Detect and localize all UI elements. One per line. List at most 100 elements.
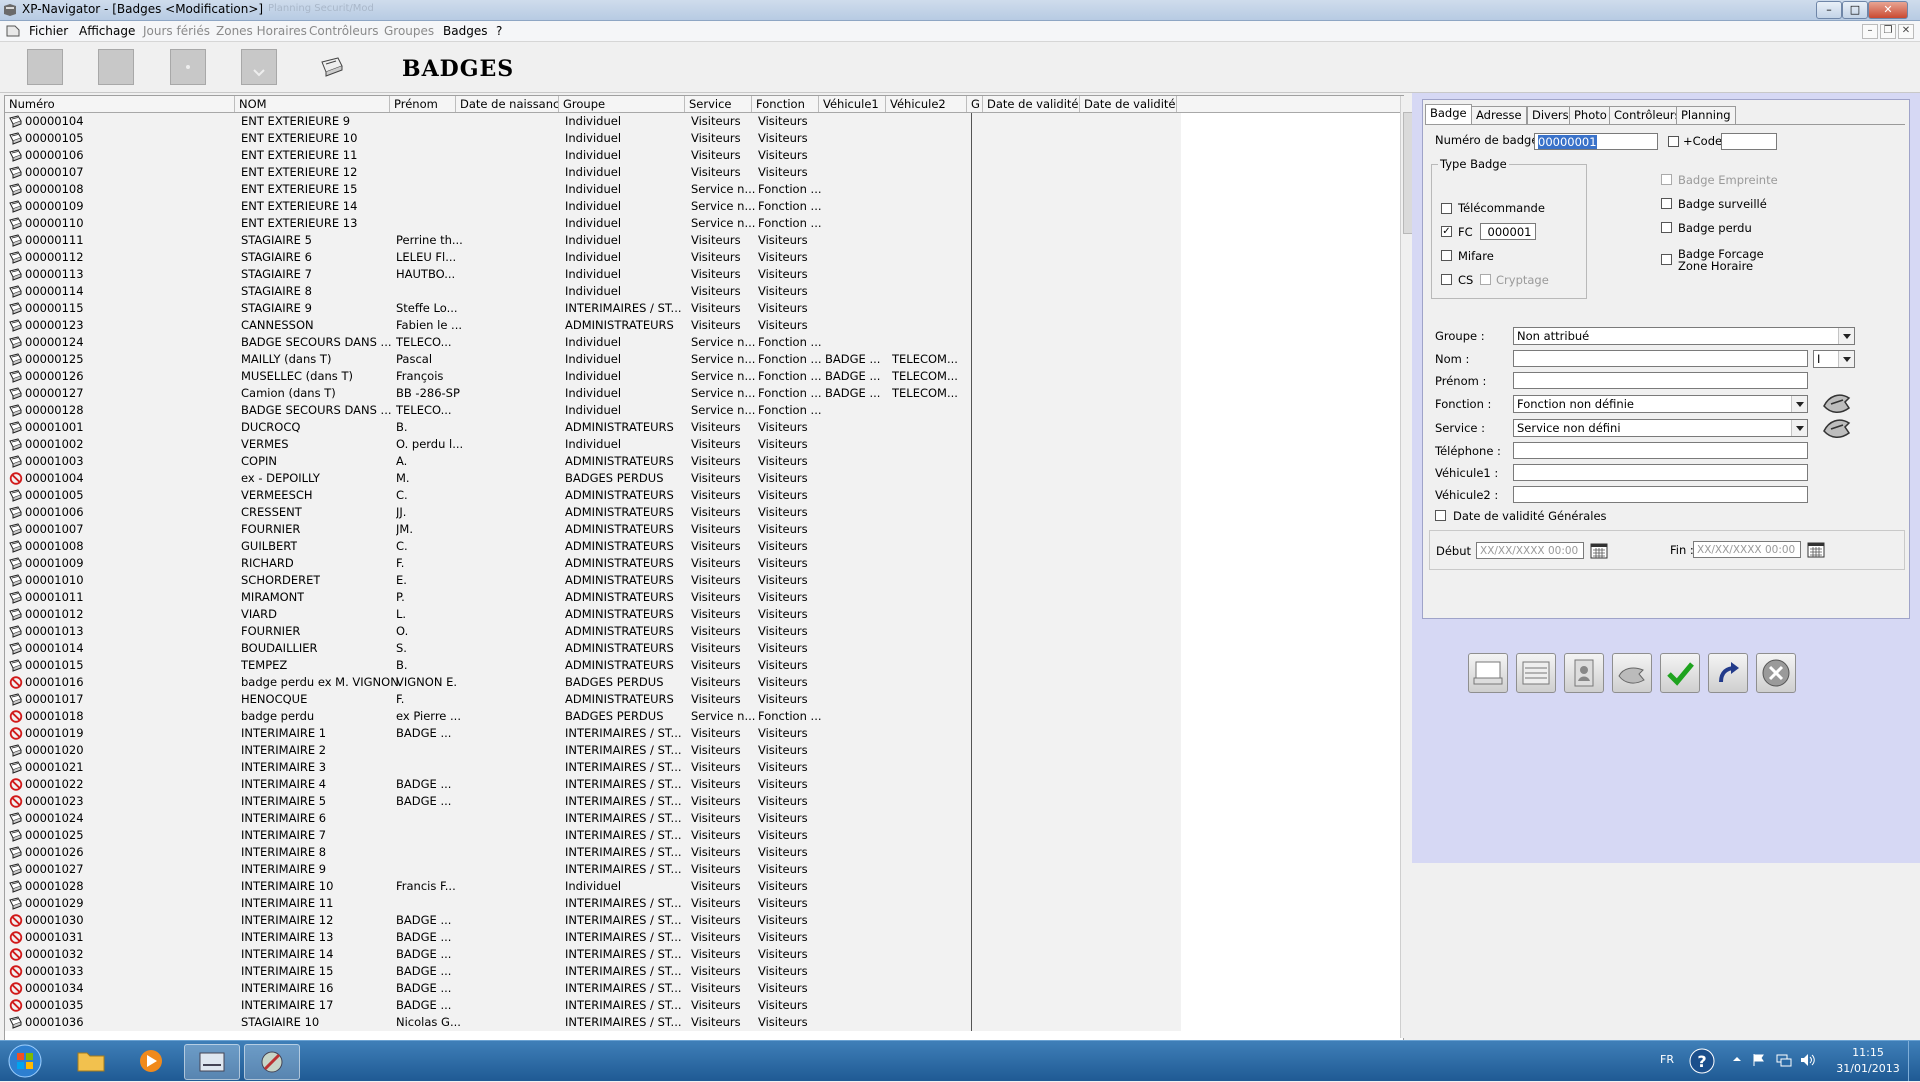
table-row[interactable]: 00001022 INTERIMAIRE 4 BADGE ... INTERIMAIR… <box>5 776 1181 793</box>
new-badge-button[interactable] <box>1468 653 1508 693</box>
cs-checkbox[interactable] <box>1441 274 1452 285</box>
table-row[interactable]: 00001021 INTERIMAIRE 3 INTERIMAIRES / ST..… <box>5 759 1181 776</box>
vehicule1-input[interactable] <box>1513 464 1808 481</box>
edit-service-hand-icon[interactable] <box>1821 413 1853 443</box>
table-row[interactable]: 00000105 ENT EXTERIEURE 10 Individuel Visit… <box>5 130 1181 147</box>
validate-button[interactable] <box>1660 653 1700 693</box>
table-row[interactable]: 00000125 MAILLY (dans T) Pascal Individuel S… <box>5 351 1181 368</box>
table-row[interactable]: 00001006 CRESSENT JJ. ADMINISTRATEURS Visite… <box>5 504 1181 521</box>
cryptage-checkbox[interactable] <box>1480 274 1491 285</box>
table-row[interactable]: 00001020 INTERIMAIRE 2 INTERIMAIRES / ST..… <box>5 742 1181 759</box>
network-icon[interactable] <box>1776 1053 1792 1067</box>
mdi-close-button[interactable]: ✕ <box>1898 24 1914 39</box>
table-row[interactable]: 00001015 TEMPEZ B. ADMINISTRATEURS Visiteurs… <box>5 657 1181 674</box>
telephone-input[interactable] <box>1513 442 1808 459</box>
tab-adresse[interactable]: Adresse <box>1471 106 1527 124</box>
menu-controleurs[interactable]: Contrôleurs <box>309 24 379 38</box>
menu-fichier[interactable]: Fichier <box>29 24 68 38</box>
service-select[interactable]: Service non défini <box>1513 419 1808 437</box>
column-header-prenom[interactable]: Prénom <box>390 96 456 112</box>
chevron-down-icon[interactable] <box>1791 396 1807 412</box>
column-header-vehicule1[interactable]: Véhicule1 <box>819 96 886 112</box>
badge-empreinte-checkbox[interactable] <box>1661 174 1672 185</box>
document-icon[interactable] <box>6 24 20 38</box>
calendar-icon[interactable] <box>1807 541 1825 558</box>
search-icon[interactable] <box>170 49 206 85</box>
table-row[interactable]: 00000108 ENT EXTERIEURE 15 Individuel Servi… <box>5 181 1181 198</box>
table-row[interactable]: 00000111 STAGIAIRE 5 Perrine th... Individu… <box>5 232 1181 249</box>
plus-code-checkbox[interactable] <box>1668 136 1679 147</box>
column-header-groupe[interactable]: Groupe <box>559 96 685 112</box>
fc-input[interactable]: 000001 <box>1480 223 1536 240</box>
tray-clock-date[interactable]: 31/01/2013 <box>1825 1062 1911 1075</box>
table-row[interactable]: 00001030 INTERIMAIRE 12 BADGE ... INTERIMAI… <box>5 912 1181 929</box>
flag-icon[interactable] <box>1752 1053 1766 1067</box>
table-row[interactable]: 00001013 FOURNIER O. ADMINISTRATEURS Visiteu… <box>5 623 1181 640</box>
table-row[interactable]: 00001034 INTERIMAIRE 16 BADGE ... INTERIMAI… <box>5 980 1181 997</box>
table-row[interactable]: 00001035 INTERIMAIRE 17 BADGE ... INTERIMAI… <box>5 997 1181 1014</box>
show-hidden-icons-icon[interactable] <box>1732 1054 1742 1064</box>
table-row[interactable]: 00001036 STAGIAIRE 10 Nicolas G... INTERIMA… <box>5 1014 1181 1031</box>
column-header-numero[interactable]: Numéro <box>5 96 235 112</box>
table-row[interactable]: 00001025 INTERIMAIRE 7 INTERIMAIRES / ST..… <box>5 827 1181 844</box>
tray-clock-time[interactable]: 11:15 <box>1833 1046 1903 1059</box>
table-row[interactable]: 00001016 badge perdu ex M. VIGNON VIGNON E… <box>5 674 1181 691</box>
tab-divers[interactable]: Divers <box>1527 106 1574 124</box>
table-row[interactable]: 00000128 BADGE SECOURS DANS ... TELECO... I… <box>5 402 1181 419</box>
tab-planning[interactable]: Planning <box>1676 106 1736 124</box>
tab-photo[interactable]: Photo <box>1569 106 1612 124</box>
menu-help[interactable]: ? <box>496 24 502 38</box>
table-row[interactable]: 00001027 INTERIMAIRE 9 INTERIMAIRES / ST..… <box>5 861 1181 878</box>
close-button[interactable]: ✕ <box>1868 1 1908 19</box>
menu-badges[interactable]: Badges <box>443 24 487 38</box>
table-row[interactable]: 00001002 VERMES O. perdu l... Individuel Vis… <box>5 436 1181 453</box>
table-row[interactable]: 00001005 VERMEESCH C. ADMINISTRATEURS Visite… <box>5 487 1181 504</box>
table-row[interactable]: 00000106 ENT EXTERIEURE 11 Individuel Visit… <box>5 147 1181 164</box>
table-row[interactable]: 00001003 COPIN A. ADMINISTRATEURS Visiteurs V… <box>5 453 1181 470</box>
table-row[interactable]: 00000124 BADGE SECOURS DANS ... TELECO... I… <box>5 334 1181 351</box>
fonction-select[interactable]: Fonction non définie <box>1513 395 1808 413</box>
column-header-service[interactable]: Service <box>685 96 752 112</box>
table-row[interactable]: 00001009 RICHARD F. ADMINISTRATEURS Visiteur… <box>5 555 1181 572</box>
help-icon[interactable]: ? <box>1688 1047 1716 1075</box>
mdi-restore-button[interactable]: ❐ <box>1880 24 1896 39</box>
save-icon[interactable] <box>98 49 134 85</box>
new-icon[interactable] <box>27 49 63 85</box>
table-row[interactable]: 00001014 BOUDAILLIER S. ADMINISTRATEURS Visi… <box>5 640 1181 657</box>
mdi-minimize-button[interactable]: – <box>1862 24 1878 39</box>
plus-code-input[interactable] <box>1721 133 1777 150</box>
table-row[interactable]: 00000115 STAGIAIRE 9 Steffe Lo... INTERIMAI… <box>5 300 1181 317</box>
download-icon[interactable] <box>241 49 277 85</box>
table-row[interactable]: 00001010 SCHORDERET E. ADMINISTRATEURS Visit… <box>5 572 1181 589</box>
table-row[interactable]: 00001024 INTERIMAIRE 6 INTERIMAIRES / ST..… <box>5 810 1181 827</box>
column-header-nom[interactable]: NOM <box>235 96 390 112</box>
table-row[interactable]: 00000114 STAGIAIRE 8 Individuel Visiteurs Vi… <box>5 283 1181 300</box>
groupe-select[interactable]: Non attribué <box>1513 327 1855 345</box>
chevron-down-icon[interactable] <box>1838 328 1854 344</box>
maximize-button[interactable]: □ <box>1842 1 1868 19</box>
table-row[interactable]: 00000112 STAGIAIRE 6 LELEU Fl... Individuel… <box>5 249 1181 266</box>
table-row[interactable]: 00000104 ENT EXTERIEURE 9 Individuel Visite… <box>5 113 1181 130</box>
tab-badge[interactable]: Badge <box>1425 104 1472 125</box>
table-row[interactable]: 00001001 DUCROCQ B. ADMINISTRATEURS Visiteur… <box>5 419 1181 436</box>
badges-table[interactable]: Numéro NOM Prénom Date de naissance Grou… <box>4 95 1404 1041</box>
badge-card-button[interactable] <box>1564 653 1604 693</box>
table-row[interactable]: 00001026 INTERIMAIRE 8 INTERIMAIRES / ST..… <box>5 844 1181 861</box>
badge-number-input[interactable]: 00000001 <box>1534 133 1658 150</box>
badge-perdu-checkbox[interactable] <box>1661 222 1672 233</box>
table-row[interactable]: 00001007 FOURNIER JM. ADMINISTRATEURS Visite… <box>5 521 1181 538</box>
undo-button[interactable] <box>1708 653 1748 693</box>
tray-language[interactable]: FR <box>1660 1053 1674 1066</box>
mifare-checkbox[interactable] <box>1441 250 1452 261</box>
menu-jours-feries[interactable]: Jours fériés <box>143 24 210 38</box>
list-button[interactable] <box>1516 653 1556 693</box>
menu-groupes[interactable]: Groupes <box>384 24 434 38</box>
table-row[interactable]: 00001033 INTERIMAIRE 15 BADGE ... INTERIMAI… <box>5 963 1181 980</box>
table-row[interactable]: 00001019 INTERIMAIRE 1 BADGE ... INTERIMAIR… <box>5 725 1181 742</box>
taskbar-media-player-button[interactable] <box>124 1044 178 1078</box>
table-row[interactable]: 00000126 MUSELLEC (dans T) François Individ… <box>5 368 1181 385</box>
table-row[interactable]: 00001017 HENOCQUE F. ADMINISTRATEURS Visiteu… <box>5 691 1181 708</box>
taskbar-xp-navigator-button[interactable] <box>184 1044 240 1080</box>
tab-controleurs[interactable]: Contrôleurs <box>1609 106 1686 124</box>
chevron-down-icon[interactable] <box>1791 420 1807 436</box>
